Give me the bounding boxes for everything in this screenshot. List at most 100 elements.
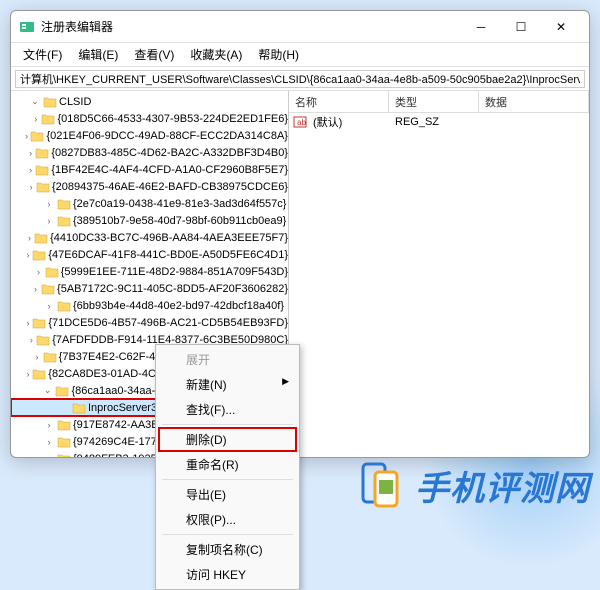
tree-label: {71DCE5D6-4B57-496B-AC21-CD5B54EB93FD} — [48, 317, 288, 329]
ctx-permissions[interactable]: 权限(P)... — [158, 507, 297, 532]
tree-key[interactable]: › {6bb93b4e-44d8-40e2-bd97-42dbcf18a40f} — [11, 297, 288, 314]
ctx-delete[interactable]: 删除(D) — [158, 427, 297, 452]
tree-label: {47E6DCAF-41F8-441C-BD0E-A50D5FE6C4D1} — [48, 249, 288, 261]
expander-icon[interactable]: › — [32, 114, 39, 124]
maximize-button[interactable]: ☐ — [501, 13, 541, 41]
ctx-new[interactable]: 新建(N)▶ — [158, 372, 297, 397]
tree-key[interactable]: › {47E6DCAF-41F8-441C-BD0E-A50D5FE6C4D1} — [11, 246, 288, 263]
folder-icon — [32, 317, 46, 329]
expander-icon[interactable]: › — [28, 165, 34, 175]
context-menu: 展开 新建(N)▶ 查找(F)... 删除(D) 重命名(R) 导出(E) 权限… — [155, 344, 300, 590]
svg-text:ab: ab — [297, 118, 306, 127]
tree-root-clsid[interactable]: ⌄ CLSID — [11, 93, 288, 110]
expander-icon[interactable]: › — [43, 199, 55, 209]
folder-icon — [57, 215, 71, 227]
tree-key[interactable]: › {0827DB83-485C-4D62-BA2C-A332DBF3D4B0} — [11, 144, 288, 161]
col-data[interactable]: 数据 — [479, 91, 589, 112]
expander-icon[interactable]: › — [43, 216, 55, 226]
list-header: 名称 类型 数据 — [289, 91, 589, 113]
tree-key[interactable]: › {018D5C66-4533-4307-9B53-224DE2ED1FE6} — [11, 110, 288, 127]
ctx-find[interactable]: 查找(F)... — [158, 397, 297, 422]
minimize-button[interactable]: ─ — [461, 13, 501, 41]
expander-icon[interactable]: › — [43, 420, 55, 430]
string-value-icon: ab — [293, 115, 307, 129]
expander-icon[interactable]: › — [34, 267, 42, 277]
folder-icon — [32, 249, 46, 261]
tree-key[interactable]: › {20894375-46AE-46E2-BAFD-CB38975CDCE6} — [11, 178, 288, 195]
expander-icon[interactable]: › — [33, 352, 41, 362]
expander-icon[interactable]: › — [32, 284, 39, 294]
folder-icon — [57, 198, 71, 210]
watermark: 手机评测网 — [357, 460, 590, 510]
value-list: 名称 类型 数据 ab (默认) REG_SZ — [289, 91, 589, 457]
col-type[interactable]: 类型 — [389, 91, 479, 112]
expander-icon[interactable]: › — [43, 437, 55, 447]
value-name: (默认) — [307, 113, 389, 131]
expander-icon[interactable]: › — [43, 454, 55, 458]
submenu-arrow-icon: ▶ — [282, 376, 289, 387]
expander-icon[interactable]: › — [24, 131, 28, 141]
tree-key[interactable]: › {1BF42E4C-4AF4-4CFD-A1A0-CF2960B8F5E7} — [11, 161, 288, 178]
app-icon — [19, 19, 35, 35]
tree-key[interactable]: › {4410DC33-BC7C-496B-AA84-4AEA3EEE75F7} — [11, 229, 288, 246]
menu-edit[interactable]: 编辑(E) — [70, 44, 126, 65]
folder-icon — [41, 113, 55, 125]
expander-icon[interactable]: › — [28, 182, 34, 192]
expander-icon[interactable]: › — [28, 335, 34, 345]
addressbar — [11, 67, 589, 91]
close-button[interactable]: ✕ — [541, 13, 581, 41]
menu-file[interactable]: 文件(F) — [15, 44, 70, 65]
tree-key[interactable]: › {5999E1EE-711E-48D2-9884-851A709F543D} — [11, 263, 288, 280]
expander-icon[interactable]: › — [26, 369, 31, 379]
ctx-goto-hkey[interactable]: 访问 HKEY — [158, 562, 297, 587]
expander-icon[interactable]: › — [27, 233, 32, 243]
tree-label: {018D5C66-4533-4307-9B53-224DE2ED1FE6} — [57, 113, 288, 125]
expander-icon[interactable]: › — [26, 250, 31, 260]
folder-icon — [36, 334, 50, 346]
tree-label: {6bb93b4e-44d8-40e2-bd97-42dbcf18a40f} — [73, 300, 284, 312]
value-type: REG_SZ — [389, 115, 479, 129]
expander-icon[interactable]: › — [26, 318, 31, 328]
tree-key[interactable]: › {021E4F06-9DCC-49AD-88CF-ECC2DA314C8A} — [11, 127, 288, 144]
ctx-export[interactable]: 导出(E) — [158, 482, 297, 507]
tree-label: {1BF42E4C-4AF4-4CFD-A1A0-CF2960B8F5E7} — [51, 164, 288, 176]
tree-label: {021E4F06-9DCC-49AD-88CF-ECC2DA314C8A} — [46, 130, 288, 142]
ctx-copy-key-name[interactable]: 复制项名称(C) — [158, 537, 297, 562]
folder-icon — [57, 453, 71, 458]
menu-view[interactable]: 查看(V) — [126, 44, 182, 65]
folder-icon — [35, 164, 49, 176]
folder-icon — [30, 130, 44, 142]
tree-label: {4410DC33-BC7C-496B-AA84-4AEA3EEE75F7} — [50, 232, 288, 244]
tree-key[interactable]: › {71DCE5D6-4B57-496B-AC21-CD5B54EB93FD} — [11, 314, 288, 331]
col-name[interactable]: 名称 — [289, 91, 389, 112]
tree-label: {5AB7172C-9C11-405C-8DD5-AF20F3606282} — [57, 283, 288, 295]
regedit-window: 注册表编辑器 ─ ☐ ✕ 文件(F) 编辑(E) 查看(V) 收藏夹(A) 帮助… — [10, 10, 590, 458]
folder-icon — [57, 300, 71, 312]
expander-icon[interactable]: ⌄ — [42, 385, 54, 396]
tree-label: {20894375-46AE-46E2-BAFD-CB38975CDCE6} — [52, 181, 288, 193]
tree-key[interactable]: › {5AB7172C-9C11-405C-8DD5-AF20F3606282} — [11, 280, 288, 297]
menubar: 文件(F) 编辑(E) 查看(V) 收藏夹(A) 帮助(H) — [11, 43, 589, 67]
menu-help[interactable]: 帮助(H) — [250, 44, 307, 65]
tree-label: CLSID — [59, 96, 91, 108]
address-input[interactable] — [15, 70, 585, 88]
ctx-rename[interactable]: 重命名(R) — [158, 452, 297, 477]
ctx-separator — [162, 424, 293, 425]
menu-favorites[interactable]: 收藏夹(A) — [182, 44, 250, 65]
tree-key[interactable]: ›{2e7c0a19-0438-41e9-81e3-3ad3d64f557c} — [11, 195, 288, 212]
folder-icon — [41, 283, 55, 295]
titlebar: 注册表编辑器 ─ ☐ ✕ — [11, 11, 589, 43]
folder-icon — [57, 436, 71, 448]
expander-icon[interactable]: › — [43, 301, 55, 311]
list-row[interactable]: ab (默认) REG_SZ — [289, 113, 589, 131]
tree-label: {0827DB83-485C-4D62-BA2C-A332DBF3D4B0} — [51, 147, 288, 159]
tree-label: {389510b7-9e58-40d7-98bf-60b911cb0ea9} — [73, 215, 286, 227]
folder-icon — [32, 368, 46, 380]
window-title: 注册表编辑器 — [41, 18, 461, 35]
tree-key[interactable]: › {389510b7-9e58-40d7-98bf-60b911cb0ea9} — [11, 212, 288, 229]
ctx-expand: 展开 — [158, 347, 297, 372]
tree-label: {5999E1EE-711E-48D2-9884-851A709F543D} — [61, 266, 288, 278]
expander-icon[interactable]: ⌄ — [29, 96, 41, 107]
folder-icon — [34, 232, 48, 244]
expander-icon[interactable]: › — [28, 148, 34, 158]
